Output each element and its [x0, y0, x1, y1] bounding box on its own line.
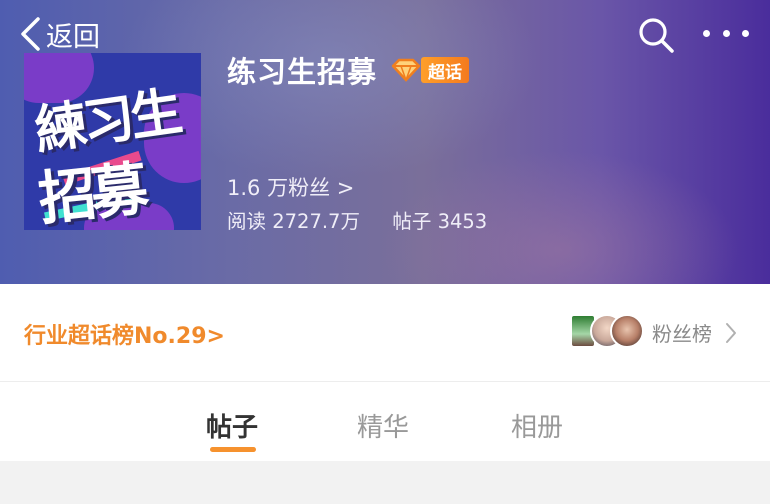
avatar	[610, 314, 644, 348]
back-button[interactable]: 返回	[18, 14, 100, 54]
super-topic-badge: 超话	[421, 57, 470, 83]
fans-rank-label: 粉丝榜	[652, 322, 712, 346]
tab-album[interactable]: 相册	[511, 407, 563, 444]
fans-avatars[interactable]	[570, 314, 650, 352]
cover-logo: 練习生 招募	[24, 53, 201, 230]
topic-header: 返回 練习生 招募 练习生招募 超话 1.6 万粉丝 > 阅读 2727.7万 …	[0, 0, 770, 284]
fans-rank-link[interactable]: 粉丝榜	[652, 318, 738, 347]
content-tabs: 帖子 精华 相册	[0, 383, 770, 461]
diamond-icon	[391, 58, 421, 83]
search-icon	[639, 18, 674, 53]
cover-logo-text: 招募	[35, 154, 146, 230]
more-button[interactable]	[703, 18, 749, 48]
reads-label: 阅读	[227, 210, 267, 233]
chevron-right-icon	[726, 322, 736, 343]
title-row: 练习生招募 超话	[227, 50, 470, 90]
topic-stats: 阅读 2727.7万 帖子 3453	[227, 205, 487, 234]
back-label: 返回	[46, 21, 100, 53]
tab-posts[interactable]: 帖子	[206, 407, 258, 444]
chevron-left-icon	[21, 17, 40, 51]
industry-rank-link[interactable]: 行业超话榜No.29>	[24, 318, 225, 350]
content-divider	[0, 461, 770, 504]
active-tab-indicator	[210, 447, 256, 452]
search-button[interactable]	[636, 15, 676, 55]
posts-label: 帖子	[392, 210, 432, 233]
reads-value: 2727.7万	[272, 210, 360, 233]
page-title: 练习生招募	[227, 55, 378, 89]
more-icon	[722, 29, 730, 37]
more-icon	[703, 29, 710, 37]
fans-count-link[interactable]: 1.6 万粉丝 >	[227, 172, 354, 202]
more-icon	[742, 29, 749, 37]
topic-cover-image: 練习生 招募	[24, 53, 201, 230]
tab-featured[interactable]: 精华	[357, 407, 409, 444]
posts-value: 3453	[437, 210, 488, 233]
